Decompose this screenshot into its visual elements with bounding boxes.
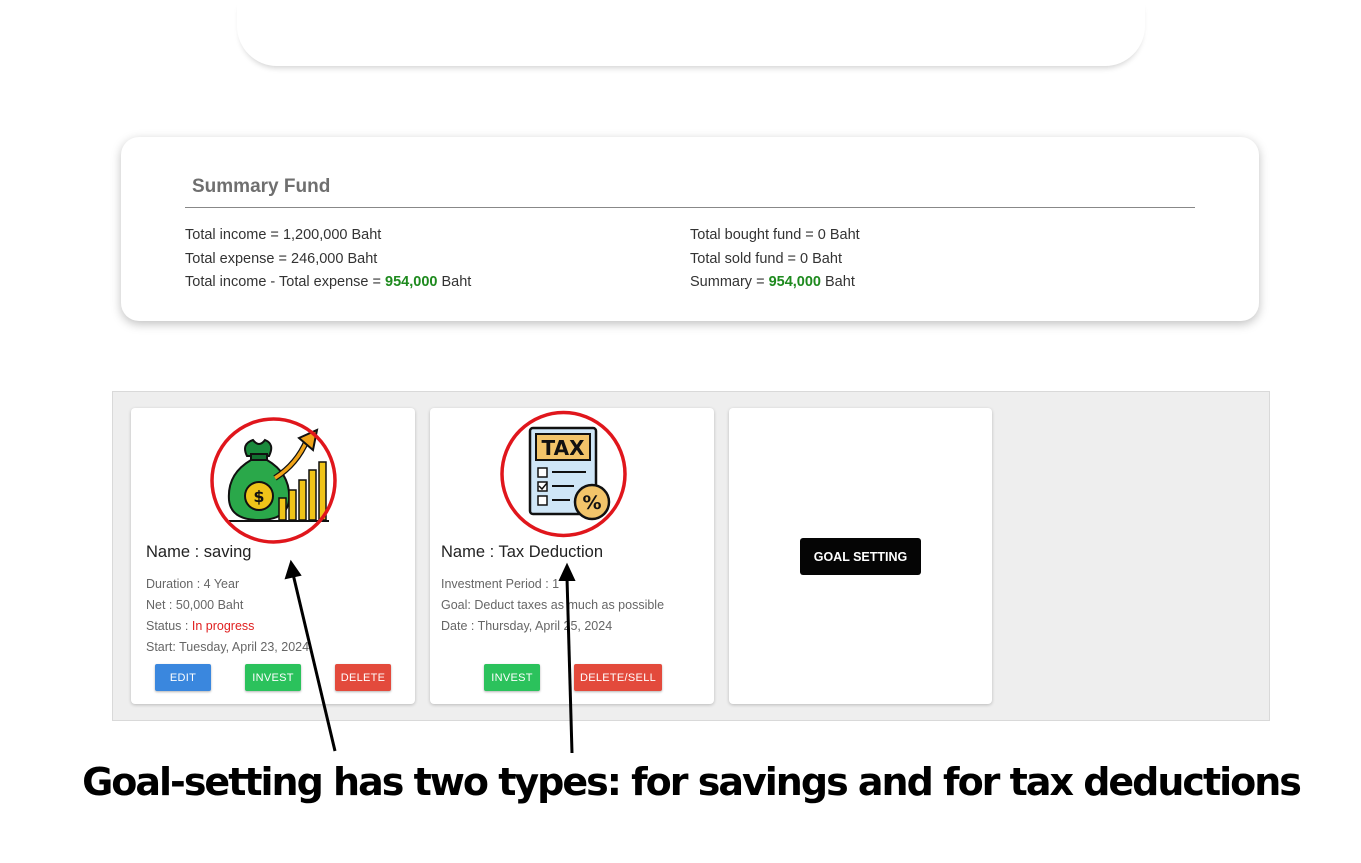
annotation-arrowhead-tax xyxy=(558,562,576,581)
annotation-arrow-saving xyxy=(291,573,337,752)
annotation-arrow-tax xyxy=(565,577,574,754)
annotation-overlay xyxy=(210,410,627,754)
annotation-circle-tax xyxy=(500,410,627,538)
annotation-arrowhead-saving xyxy=(284,559,302,580)
annotation-circle-saving xyxy=(210,417,337,544)
annotation-caption: Goal-setting has two types: for savings … xyxy=(82,760,1302,804)
